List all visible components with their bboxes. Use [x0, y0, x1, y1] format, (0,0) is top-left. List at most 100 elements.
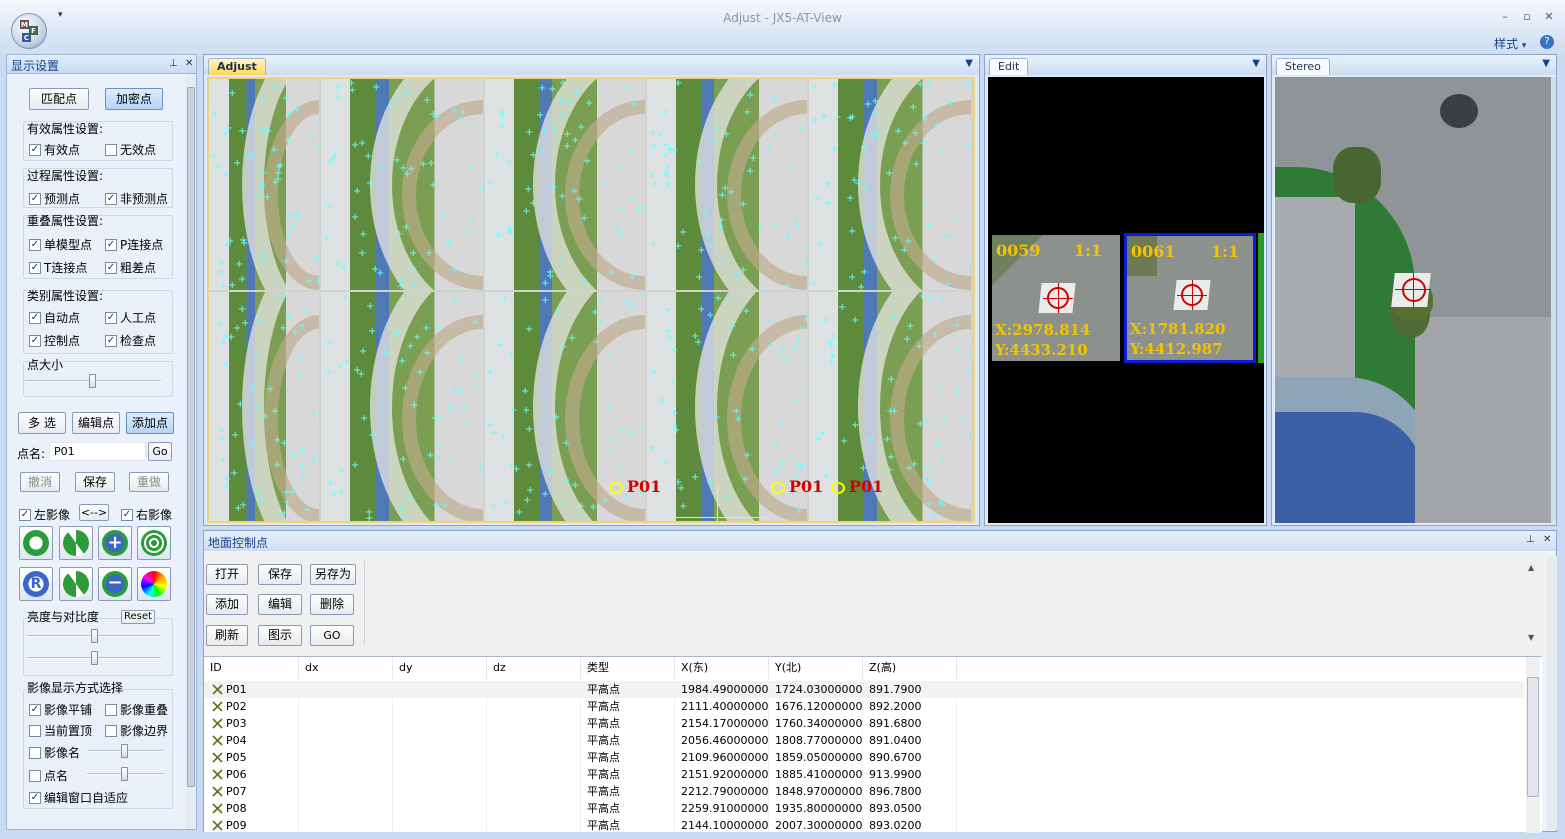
image-tile[interactable]: + + + + + + + + + + + + + + + + + + + + + + + + + + + + + + + + + + + + + + + +… [809, 79, 971, 290]
column-header[interactable]: dy [393, 657, 487, 679]
gross-error-checkbox[interactable]: ✓ 粗差点 [105, 259, 156, 276]
table-row[interactable]: P01 平高点 1984.49000000 1724.03000000 891.7900 [204, 681, 1524, 698]
column-header[interactable]: dz [487, 657, 581, 679]
image-overlap-checkbox[interactable]: 影像重叠 [105, 701, 168, 718]
image-tile[interactable]: + + + + + + + + + + + + + + + + + + + + + + + + + + + + + + + + + + + + + + + +… [485, 79, 645, 290]
pane-menu-icon[interactable]: ▼ [1542, 58, 1550, 69]
image-tile[interactable]: + + + + + + + + + + + + + + + + + + + + + + + + + + + + + + + + + + + + + + + +… [647, 79, 807, 290]
current-top-checkbox[interactable]: 当前置顶 [29, 722, 92, 739]
table-row[interactable]: P06 平高点 2151.92000000 1885.41000000 913.9900 [204, 766, 1524, 783]
refresh-tool[interactable] [59, 526, 93, 560]
edit-button[interactable]: 编辑 [258, 594, 302, 615]
edit-image-view[interactable]: 0059 1:1 X:2978.814 Y:4433.210 0061 1:1 … [988, 77, 1264, 523]
slider-thumb[interactable] [89, 374, 96, 388]
open-button[interactable]: 打开 [206, 564, 248, 585]
edit-point-button[interactable]: 编辑点 [72, 412, 120, 434]
point-name-input[interactable]: P01 [49, 442, 146, 461]
column-header[interactable]: dx [299, 657, 393, 679]
save-button[interactable]: 保存 [75, 472, 115, 492]
add-point-button[interactable]: 添加点 [126, 412, 174, 434]
zoom-out-tool[interactable]: − [98, 567, 132, 601]
image-name-checkbox[interactable]: 影像名 [29, 744, 80, 761]
table-row[interactable]: P03 平高点 2154.17000000 1760.34000000 891.6800 [204, 715, 1524, 732]
column-header[interactable]: X(东) [675, 657, 769, 679]
reset-rotate-tool[interactable]: R [19, 567, 53, 601]
table-row[interactable]: P07 平高点 2212.79000000 1848.97000000 896.7800 [204, 783, 1524, 800]
left-panel-scrollbar[interactable] [186, 75, 196, 829]
minimize-button[interactable]: – [1497, 10, 1513, 24]
close-button[interactable]: ✕ [1541, 10, 1557, 24]
single-model-point-checkbox[interactable]: ✓ 单模型点 [29, 236, 92, 253]
edit-tile[interactable]: 0059 1:1 X:2978.814 Y:4433.210 [992, 235, 1120, 361]
reset-button[interactable]: Reset [121, 610, 155, 624]
slider-thumb[interactable] [91, 651, 98, 665]
point-size-slider[interactable] [25, 374, 161, 388]
right-scrollbar[interactable] [1547, 556, 1557, 830]
undo-button[interactable]: 撤消 [20, 472, 60, 492]
image-tile[interactable]: + + + + + + + + + + + + + + + + + + + + + + + + + + + + + + + + + + + + + + + +… [209, 79, 319, 290]
image-border-checkbox[interactable]: 影像边界 [105, 722, 168, 739]
tab-adjust[interactable]: Adjust [208, 58, 266, 75]
pin-icon[interactable]: ⊥ [1526, 534, 1535, 545]
slider-thumb[interactable] [121, 744, 128, 758]
table-row[interactable]: P09 平高点 2144.10000000 2007.30000000 893.0200 [204, 817, 1524, 833]
column-header[interactable]: Y(北) [769, 657, 863, 679]
multi-select-button[interactable]: 多 选 [18, 412, 66, 434]
invalid-point-checkbox[interactable]: 无效点 [105, 141, 156, 158]
image-tile[interactable]: + + + + + + + + + + + + + + + + + + + + + + + + + + + + + + + + + + + + + + + +… [321, 292, 483, 521]
go-button[interactable]: GO [310, 625, 354, 646]
image-tile-checkbox[interactable]: ✓ 影像平铺 [29, 701, 92, 718]
match-point-button[interactable]: 匹配点 [29, 88, 89, 110]
color-tool[interactable] [137, 567, 171, 601]
left-image-checkbox[interactable]: ✓ 左影像 [19, 506, 70, 523]
edit-tile-selected[interactable]: 0061 1:1 X:1781.820 Y:4412.987 [1124, 233, 1256, 363]
right-image-checkbox[interactable]: ✓ 右影像 [121, 506, 172, 523]
brightness-slider[interactable] [27, 629, 161, 643]
image-tile[interactable]: + + + + + + + + + + + + + + + + + + + + + + + + + + + + + + + + + + + + + + + +… [321, 79, 483, 290]
auto-point-checkbox[interactable]: ✓ 自动点 [29, 309, 80, 326]
add-button[interactable]: 添加 [206, 594, 248, 615]
table-row[interactable]: P04 平高点 2056.46000000 1808.77000000 891.0400 [204, 732, 1524, 749]
control-point-checkbox[interactable]: ✓ 控制点 [29, 332, 80, 349]
non-predict-point-checkbox[interactable]: ✓ 非预测点 [105, 190, 168, 207]
save-button[interactable]: 保存 [258, 564, 302, 585]
pin-icon[interactable]: ⊥ [169, 58, 178, 69]
scroll-down-icon[interactable]: ▼ [1528, 633, 1534, 642]
zoom-in-tool[interactable]: + [98, 526, 132, 560]
redo-button[interactable]: 重做 [129, 472, 169, 492]
close-icon[interactable]: ✕ [185, 58, 193, 69]
table-row[interactable]: P05 平高点 2109.96000000 1859.05000000 890.6700 [204, 749, 1524, 766]
rotate-left-tool[interactable] [19, 526, 53, 560]
column-header[interactable]: ID [204, 657, 299, 679]
rotate-right-tool[interactable] [59, 567, 93, 601]
image-name-slider[interactable] [87, 744, 163, 758]
close-icon[interactable]: ✕ [1543, 534, 1551, 545]
go-button[interactable]: Go [148, 442, 172, 461]
pane-menu-icon[interactable]: ▼ [1252, 58, 1260, 69]
scroll-up-icon[interactable]: ▲ [1528, 563, 1534, 572]
predict-point-checkbox[interactable]: ✓ 预测点 [29, 190, 80, 207]
tab-edit[interactable]: Edit [989, 58, 1029, 75]
manual-point-checkbox[interactable]: ✓ 人工点 [105, 309, 156, 326]
t-tie-point-checkbox[interactable]: ✓ T连接点 [29, 259, 87, 276]
target-tool[interactable] [137, 526, 171, 560]
table-scrollbar[interactable] [1526, 657, 1540, 833]
table-row[interactable]: P02 平高点 2111.40000000 1676.12000000 892.2000 [204, 698, 1524, 715]
point-name-slider[interactable] [87, 767, 163, 781]
delete-button[interactable]: 删除 [310, 594, 354, 615]
swap-images-button[interactable]: <--> [79, 504, 109, 521]
point-name-checkbox[interactable]: 点名 [29, 767, 68, 784]
save-as-button[interactable]: 另存为 [310, 564, 356, 585]
edit-window-fit-checkbox[interactable]: ✓ 编辑窗口自适应 [29, 789, 128, 806]
stereo-image-view[interactable] [1275, 77, 1555, 523]
restore-button[interactable]: ▫ [1519, 10, 1535, 24]
contrast-slider[interactable] [27, 651, 161, 665]
column-header[interactable]: 类型 [581, 657, 675, 679]
style-menu[interactable]: 样式 ▾ [1494, 35, 1526, 52]
image-tile[interactable]: + + + + + + + + + + + + + + + + + + + + + + + + + + + + + + + + + + + + + + + +… [209, 292, 319, 521]
slider-thumb[interactable] [121, 767, 128, 781]
message-area[interactable] [364, 561, 1542, 645]
slider-thumb[interactable] [91, 629, 98, 643]
column-header[interactable]: Z(高) [863, 657, 957, 679]
adjust-image-view[interactable]: + + + + + + + + + + + + + + + + + + + + + + + + + + + + + + + + + + + + + + + +… [207, 77, 975, 523]
